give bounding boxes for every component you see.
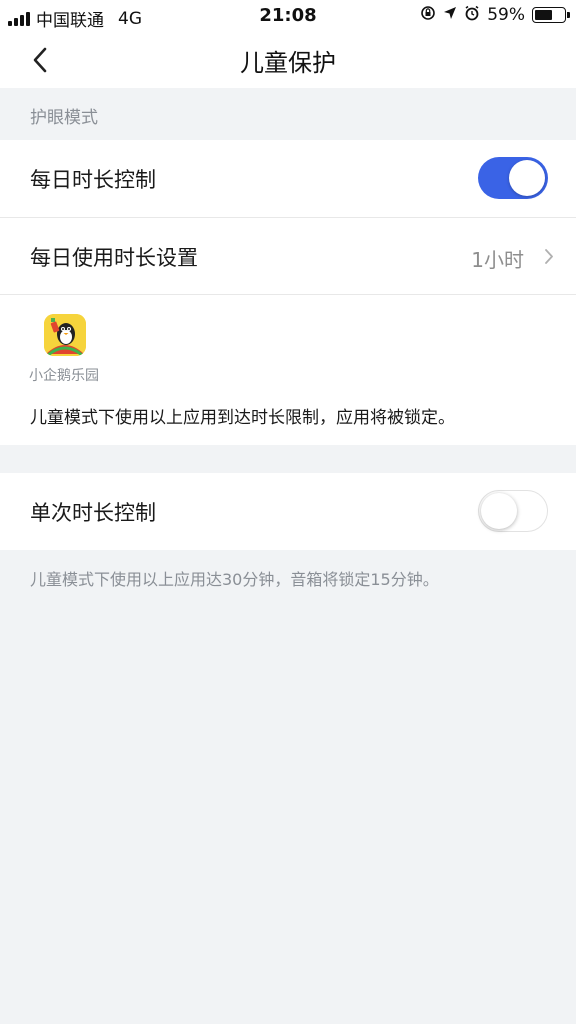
daily-control-row: 每日时长控制 xyxy=(0,140,576,217)
battery-level xyxy=(535,10,552,20)
penguin-app-icon[interactable] xyxy=(44,314,86,356)
daily-duration-row[interactable]: 每日使用时长设置 1小时 xyxy=(0,217,576,294)
location-arrow-icon xyxy=(443,6,457,24)
app-name: 小企鹅乐园 xyxy=(29,368,99,384)
daily-duration-label: 每日使用时长设置 xyxy=(30,246,198,270)
toggle-knob xyxy=(481,493,517,529)
single-control-card: 单次时长控制 xyxy=(0,473,576,550)
nav-bar: 儿童保护 xyxy=(0,32,576,88)
section-header: 护眼模式 xyxy=(0,88,576,140)
page-title: 儿童保护 xyxy=(240,49,336,77)
daily-control-label: 每日时长控制 xyxy=(30,168,156,192)
battery-percent: 59% xyxy=(487,5,525,25)
orientation-lock-icon xyxy=(420,5,436,25)
single-control-footnote: 儿童模式下使用以上应用达30分钟，音箱将锁定15分钟。 xyxy=(30,570,439,589)
single-control-label: 单次时长控制 xyxy=(30,501,156,525)
daily-control-toggle[interactable] xyxy=(478,157,548,199)
single-control-row: 单次时长控制 xyxy=(0,473,576,550)
chevron-right-icon xyxy=(545,249,553,264)
status-right: 59% xyxy=(420,5,570,25)
app-block: 小企鹅乐园 儿童模式下使用以上应用到达时长限制，应用将被锁定。 xyxy=(0,294,576,445)
status-bar: 中国联通 4G 21:08 59% xyxy=(0,0,576,32)
app-limit-description: 儿童模式下使用以上应用到达时长限制，应用将被锁定。 xyxy=(30,408,455,428)
toggle-knob xyxy=(509,160,545,196)
battery-icon xyxy=(532,7,570,23)
single-control-toggle[interactable] xyxy=(478,490,548,532)
eye-protection-card: 每日时长控制 每日使用时长设置 1小时 小企鹅乐园 儿童模式下使用以上应用到达时… xyxy=(0,140,576,445)
daily-duration-value: 1小时 xyxy=(471,248,524,272)
alarm-icon xyxy=(464,5,480,25)
